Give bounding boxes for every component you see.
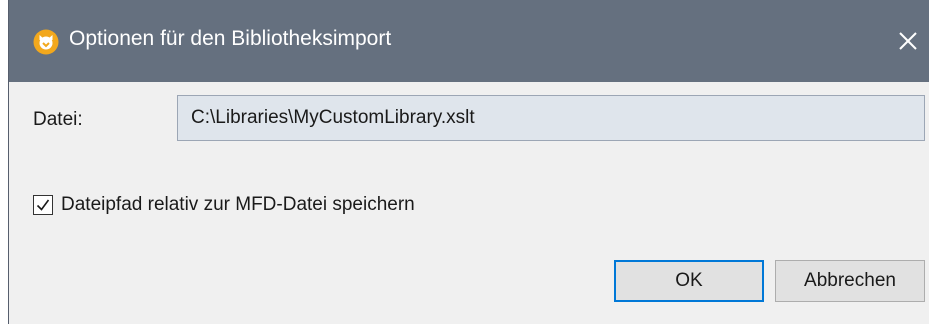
close-icon[interactable]: [893, 26, 923, 56]
relative-path-checkbox[interactable]: [33, 195, 53, 215]
library-import-options-dialog: Optionen für den Bibliotheksimport Datei…: [8, 0, 929, 324]
relative-path-checkbox-label: Dateipfad relativ zur MFD-Datei speicher…: [61, 194, 415, 215]
app-icon: [33, 29, 59, 55]
file-label: Datei:: [33, 109, 83, 130]
ok-button[interactable]: OK: [614, 260, 764, 302]
cancel-button[interactable]: Abbrechen: [775, 260, 925, 302]
checkmark-icon: [36, 199, 50, 211]
file-path-input[interactable]: [177, 95, 925, 141]
title-bar: Optionen für den Bibliotheksimport: [9, 0, 929, 82]
window-title: Optionen für den Bibliotheksimport: [69, 27, 392, 50]
relative-path-checkbox-row[interactable]: Dateipfad relativ zur MFD-Datei speicher…: [33, 194, 415, 216]
